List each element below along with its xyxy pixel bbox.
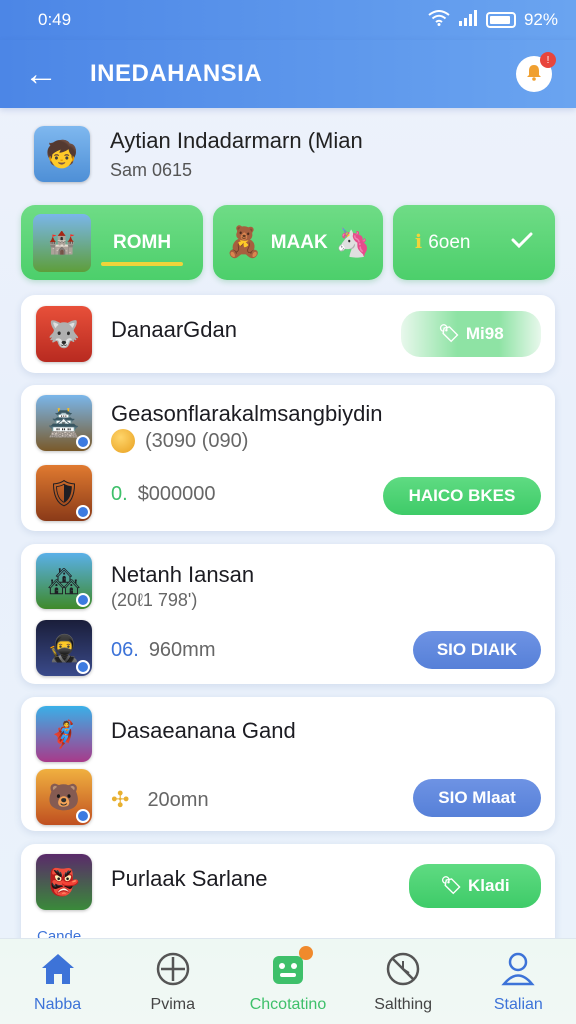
subtitle-row: (20ℓ1 798') bbox=[111, 590, 198, 610]
game-icon: 🛡 bbox=[36, 465, 92, 521]
nav-item-explore[interactable]: Pvima bbox=[118, 950, 228, 1014]
badge-icon bbox=[76, 809, 90, 823]
category-tile-1[interactable]: 🏰 ROMH bbox=[21, 205, 203, 280]
check-icon bbox=[511, 231, 533, 255]
info-icon: ℹ bbox=[415, 232, 423, 253]
character-icon: 🧒 bbox=[45, 138, 79, 169]
action-button[interactable]: 🏷 Mi98 bbox=[401, 311, 541, 357]
action-button[interactable]: HAICO BKES bbox=[383, 477, 541, 515]
teddy-bear-icon: 🧸 bbox=[225, 226, 263, 259]
list-item[interactable]: 🐺 DanaarGdan 🏷 Mi98 bbox=[21, 295, 555, 373]
nav-item-games[interactable]: Chcotatino bbox=[233, 945, 343, 1014]
compass-icon bbox=[155, 950, 191, 988]
game-icon: 🥷 bbox=[36, 620, 92, 676]
signal-icon bbox=[458, 9, 478, 31]
category-tile-2[interactable]: 🧸 MAAK 🦄 bbox=[213, 205, 383, 280]
rating-row: (3090 (090) bbox=[111, 429, 248, 453]
badge-icon bbox=[76, 505, 90, 519]
goblin-icon: 👺 bbox=[47, 866, 81, 897]
category-label: ROMH bbox=[100, 231, 184, 266]
action-button[interactable]: 🏷 Kladi bbox=[409, 864, 541, 908]
profile-avatar: 🧒 bbox=[34, 126, 90, 182]
list-item[interactable]: 🏯 Geasonflarakalmsangbiydin (3090 (090) … bbox=[21, 385, 555, 531]
castle-icon: 🏰 bbox=[33, 213, 91, 272]
profile-name: Aytian Indadarmarn (Mian bbox=[110, 127, 363, 153]
profile-subtitle: Sam 0615 bbox=[110, 159, 193, 180]
puzzle-icon: ✣ bbox=[111, 787, 130, 812]
nav-item-settings[interactable]: Salthing bbox=[348, 950, 458, 1014]
status-time: 0:49 bbox=[38, 10, 72, 29]
blocked-icon bbox=[385, 950, 421, 988]
badge-icon bbox=[76, 593, 90, 607]
app-bar: ← INEDAHANSIA ! bbox=[0, 40, 576, 108]
game-icon: 🦸 bbox=[36, 706, 92, 762]
gamepad-icon bbox=[271, 945, 313, 988]
game-title: Dasaeanana Gand bbox=[111, 718, 296, 743]
game-title: DanaarGdan bbox=[111, 317, 237, 342]
battery-icon bbox=[485, 12, 516, 28]
game-icon: 🐻 bbox=[36, 769, 92, 825]
badge-icon bbox=[76, 660, 90, 674]
page-title: INEDAHANSIA bbox=[90, 60, 263, 87]
game-icon: 👺 bbox=[36, 854, 92, 910]
badge-icon bbox=[76, 435, 90, 449]
user-icon bbox=[501, 950, 535, 988]
game-icon: 🐺 bbox=[36, 306, 92, 362]
game-title: Geasonflarakalmsangbiydin bbox=[111, 401, 383, 426]
price-row: ✣ 20omn bbox=[111, 787, 209, 812]
notification-badge-icon bbox=[298, 945, 313, 960]
action-button[interactable]: SIO DIAIK bbox=[413, 631, 541, 669]
price-row: 06. 960mm bbox=[111, 639, 216, 661]
category-row: 🏰 ROMH 🧸 MAAK 🦄 ℹ 6oen bbox=[21, 205, 555, 280]
tag-icon: 🏷 bbox=[440, 876, 463, 895]
coin-icon bbox=[111, 429, 135, 453]
price-row: 0. $000000 bbox=[111, 483, 216, 505]
game-title: Purlaak Sarlane bbox=[111, 866, 268, 891]
category-label: MAAK bbox=[270, 231, 328, 253]
tag-icon: 🏷 bbox=[438, 324, 460, 343]
game-icon: 🏘 bbox=[36, 553, 92, 609]
category-label: 6oen bbox=[428, 231, 471, 253]
toy-icon: 🦄 bbox=[335, 227, 371, 258]
notification-button[interactable]: ! bbox=[516, 52, 556, 92]
status-bar: 0:49 92% bbox=[0, 0, 576, 40]
nav-item-profile[interactable]: Stalian bbox=[463, 950, 573, 1014]
bell-icon bbox=[525, 63, 543, 86]
notification-badge-icon: ! bbox=[540, 52, 556, 68]
list-item[interactable]: 🦸 Dasaeanana Gand 🐻 ✣ 20omn SIO Mlaat bbox=[21, 697, 555, 831]
status-icons: 92% bbox=[428, 9, 558, 31]
back-arrow-icon[interactable]: ← bbox=[24, 57, 64, 91]
list-item[interactable]: 🏘 Netanh Iansan (20ℓ1 798') 🥷 06. 960mm … bbox=[21, 544, 555, 684]
monster-icon: 🐺 bbox=[47, 318, 81, 349]
nav-item-home[interactable]: Nabba bbox=[3, 950, 113, 1014]
action-button[interactable]: SIO Mlaat bbox=[413, 779, 541, 817]
category-tile-3[interactable]: ℹ 6oen bbox=[393, 205, 555, 280]
hero-icon: 🦸 bbox=[47, 718, 81, 749]
game-title: Netanh Iansan bbox=[111, 562, 255, 587]
home-icon bbox=[40, 950, 76, 988]
profile-header[interactable]: 🧒 Aytian Indadarmarn (Mian Sam 0615 bbox=[34, 126, 363, 182]
wifi-icon bbox=[428, 9, 450, 31]
battery-percent: 92% bbox=[523, 10, 558, 29]
bottom-nav: Nabba Pvima Chcotatino Salthing Stalian bbox=[0, 938, 576, 1024]
game-icon: 🏯 bbox=[36, 395, 92, 451]
